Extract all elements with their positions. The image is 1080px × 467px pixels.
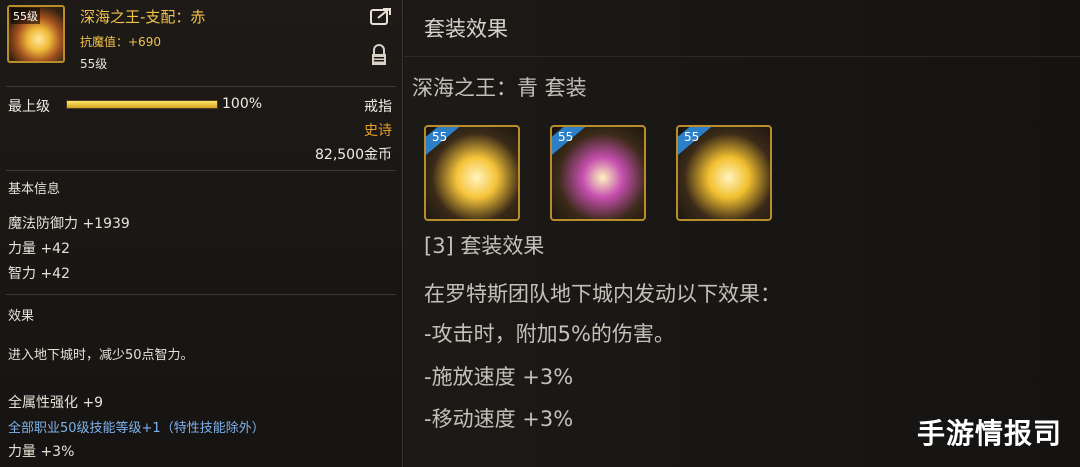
grade-progress-fill (67, 101, 217, 108)
stat-magic-defense: 魔法防御力 +1939 (8, 216, 130, 232)
item-type: 戒指 (364, 99, 392, 115)
skill-level-bonus: 全部职业50级技能等级+1（特性技能除外） (8, 421, 265, 436)
divider (6, 170, 396, 171)
set-item-level-badge: 55 (432, 130, 448, 144)
item-level-badge: 55级 (11, 8, 40, 24)
divider (404, 56, 1080, 57)
set-effect-panel: 套装效果 深海之王：青 套装 55 55 55 [3] 套装效果 在罗特斯团队地… (404, 0, 1080, 467)
set-effect-header: 套装效果 (424, 17, 508, 41)
watermark-text: 手游情报司 (916, 417, 1062, 450)
set-name: 深海之王：青 套装 (412, 76, 587, 100)
magic-resist-value: 抗魔值：+690 (80, 35, 161, 49)
item-level: 55级 (80, 57, 108, 71)
effect-title: 效果 (8, 309, 35, 324)
set-tier-title: [3] 套装效果 (424, 234, 545, 258)
set-item-icon[interactable]: 55 (424, 125, 520, 221)
set-bonus-damage: -攻击时，附加5%的伤害。 (424, 322, 675, 346)
all-element-enhance: 全属性强化 +9 (8, 395, 104, 411)
stat-strength: 力量 +42 (8, 241, 70, 257)
stat-intelligence: 智力 +42 (8, 266, 70, 282)
item-rarity: 史诗 (364, 123, 392, 139)
strength-percent-bonus: 力量 +3% (8, 444, 75, 460)
item-price: 82,500金币 (315, 147, 392, 163)
grade-label: 最上级 (8, 99, 50, 115)
share-icon[interactable] (370, 7, 392, 25)
item-tooltip-panel: 55级 深海之王-支配：赤 抗魔值：+690 55级 最上级 100% 戒指 史… (0, 0, 403, 467)
set-item-level-badge: 55 (684, 130, 700, 144)
grade-progress-bar (66, 100, 218, 109)
effect-description: 进入地下城时，减少50点智力。 (8, 348, 194, 363)
item-name: 深海之王-支配：赤 (80, 8, 206, 26)
ring-item-icon[interactable]: 55级 (7, 5, 65, 63)
basic-info-title: 基本信息 (8, 182, 61, 197)
set-item-icon[interactable]: 55 (676, 125, 772, 221)
divider (6, 86, 396, 87)
set-bonus-cast-speed: -施放速度 +3% (424, 365, 574, 389)
set-item-icon[interactable]: 55 (550, 125, 646, 221)
divider (6, 294, 396, 295)
lock-icon[interactable] (370, 44, 388, 66)
set-item-level-badge: 55 (558, 130, 574, 144)
set-condition: 在罗特斯团队地下城内发动以下效果： (424, 282, 781, 306)
set-bonus-move-speed: -移动速度 +3% (424, 407, 574, 431)
grade-percent: 100% (222, 96, 263, 112)
